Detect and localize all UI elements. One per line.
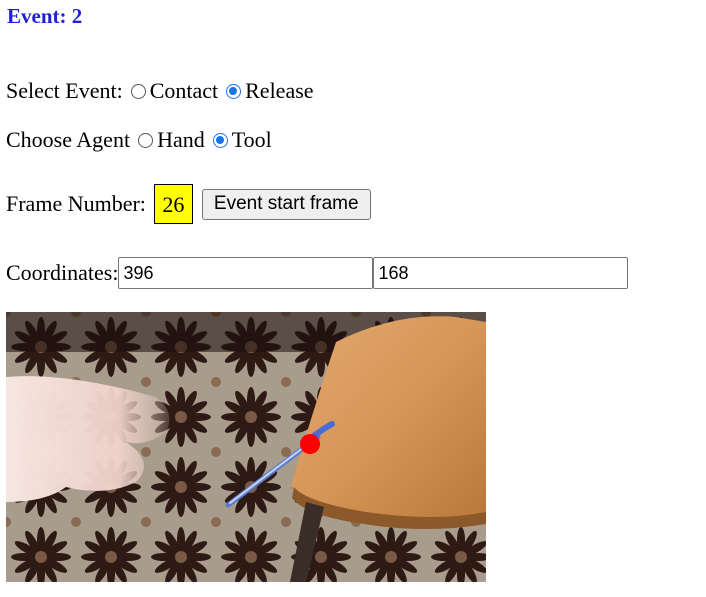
radio-hand[interactable] bbox=[138, 132, 154, 148]
radio-tool[interactable] bbox=[212, 132, 228, 148]
frame-row: Frame Number: 26 Event start frame bbox=[6, 184, 371, 224]
radio-hand-label[interactable]: Hand bbox=[157, 127, 205, 153]
video-frame[interactable] bbox=[6, 312, 486, 582]
radio-release-label[interactable]: Release bbox=[245, 78, 313, 104]
radio-contact-label[interactable]: Contact bbox=[150, 78, 218, 104]
coordinate-x-input[interactable] bbox=[118, 257, 374, 289]
page-title: Event: 2 bbox=[7, 4, 83, 28]
radio-contact[interactable] bbox=[130, 83, 146, 99]
coordinates-label: Coordinates: bbox=[6, 260, 119, 285]
frame-number-value: 26 bbox=[153, 184, 193, 224]
event-select-row: Select Event: Contact Release bbox=[6, 78, 314, 104]
radio-tool-label[interactable]: Tool bbox=[232, 127, 272, 153]
event-start-frame-button[interactable]: Event start frame bbox=[201, 188, 371, 220]
frame-number-label: Frame Number: bbox=[6, 191, 146, 216]
agent-select-label: Choose Agent bbox=[6, 127, 131, 152]
video-frame-scene bbox=[6, 312, 486, 582]
agent-select-row: Choose Agent Hand Tool bbox=[6, 127, 272, 153]
coordinate-y-input[interactable] bbox=[373, 257, 629, 289]
event-marker bbox=[300, 434, 320, 454]
coordinates-row: Coordinates: bbox=[6, 257, 629, 289]
radio-release[interactable] bbox=[226, 83, 242, 99]
event-select-label: Select Event: bbox=[6, 78, 123, 103]
